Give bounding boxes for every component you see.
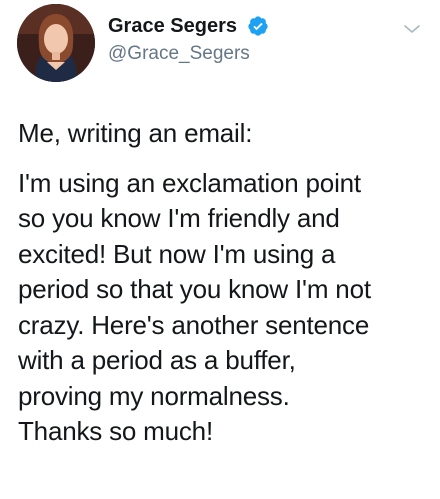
tweet-line: with a period as a buffer, — [18, 345, 296, 375]
avatar-photo — [17, 4, 95, 82]
tweet-text: Me, writing an email: I'm using an excla… — [18, 116, 428, 450]
username-handle[interactable]: @Grace_Segers — [108, 42, 250, 66]
tweet-line: I'm using an exclamation point — [18, 167, 361, 198]
tweet-intro: Me, writing an email: — [18, 118, 253, 148]
tweet-body: I'm using an exclamation point so you kn… — [18, 166, 428, 450]
verified-badge-icon — [248, 16, 268, 36]
tweet-line: Thanks so much! — [18, 416, 213, 446]
tweet-line: crazy. Here's another sentence — [18, 309, 370, 340]
tweet-line: excited! But now I'm using a — [18, 238, 336, 269]
tweet-line: period so that you know I'm not — [18, 274, 371, 304]
chevron-down-icon[interactable] — [402, 22, 422, 36]
tweet-card: Grace Segers @Grace_Segers Me, writing a… — [0, 0, 440, 499]
avatar[interactable] — [17, 4, 95, 82]
tweet-line: proving my normalness. — [18, 380, 290, 411]
display-name[interactable]: Grace Segers — [108, 14, 237, 38]
tweet-line: so you know I'm friendly and — [18, 203, 340, 233]
